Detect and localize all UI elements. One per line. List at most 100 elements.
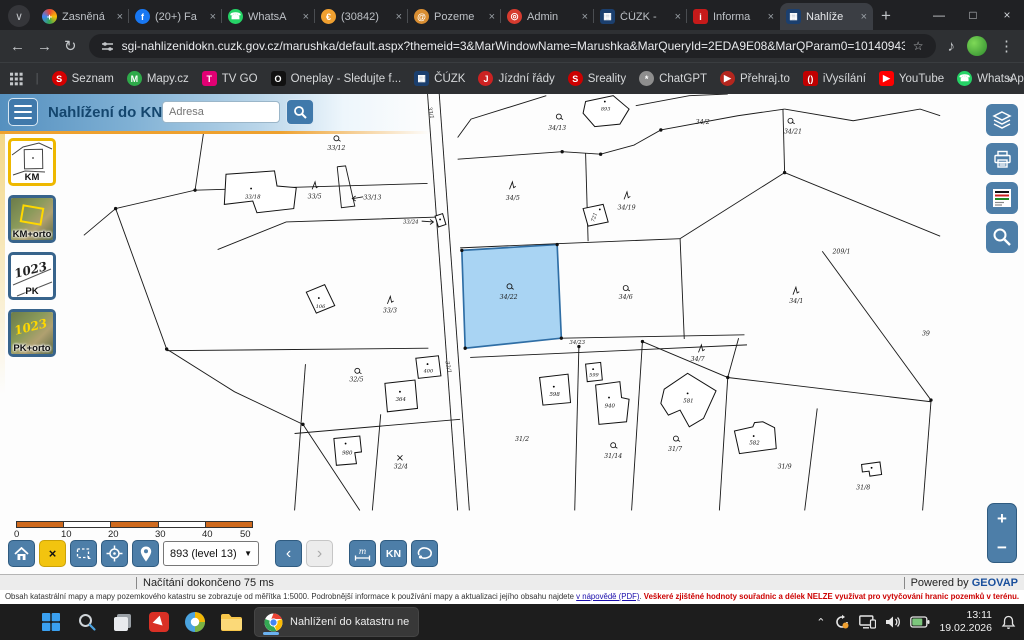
browser-tab-20-fa[interactable]: f(20+) Fa×: [129, 3, 222, 30]
browser-menu-icon[interactable]: ⋮: [999, 37, 1014, 55]
address-search-button[interactable]: [286, 99, 314, 125]
point-marker-button[interactable]: [132, 540, 159, 567]
bookmark-p-ehraj-to[interactable]: ▶Přehraj.to: [720, 71, 790, 86]
task-view-button[interactable]: [110, 609, 136, 635]
map-canvas[interactable]: 33/1810689372136440059859994058158298033…: [0, 94, 1024, 574]
paint-app-button[interactable]: [182, 609, 208, 635]
profile-avatar[interactable]: [967, 36, 987, 56]
bookmarks-bar: | SSeznamMMapy.czTTV GOOOneplay - Sleduj…: [0, 62, 1024, 94]
taskbar-search-button[interactable]: [74, 609, 100, 635]
battery-tray-icon[interactable]: [910, 616, 930, 628]
measure-button[interactable]: m: [349, 540, 376, 567]
legend-button[interactable]: [986, 182, 1018, 214]
devices-tray-icon[interactable]: [859, 615, 876, 629]
url-bar[interactable]: sgi-nahlizenidokn.cuzk.gov.cz/marushka/d…: [89, 34, 936, 58]
volume-tray-icon[interactable]: [885, 615, 901, 629]
scale-tick: 40: [202, 529, 213, 540]
bookmark-tv-go[interactable]: TTV GO: [202, 71, 258, 86]
home-button[interactable]: [8, 540, 35, 567]
zoom-window-button[interactable]: [986, 221, 1018, 253]
sync-tray-icon[interactable]: [834, 614, 850, 630]
close-window-button[interactable]: ×: [990, 8, 1024, 22]
lasso-select-button[interactable]: [411, 540, 438, 567]
level-select[interactable]: 893 (level 13) ▼: [163, 541, 259, 566]
layers-button[interactable]: [986, 104, 1018, 136]
browser-tab-whatsa[interactable]: ☎WhatsA×: [222, 3, 315, 30]
building-dot: [604, 101, 606, 103]
chrome-app-window-button[interactable]: Nahlížení do katastru ne: [254, 607, 419, 637]
maximize-button[interactable]: □: [956, 8, 990, 22]
start-button[interactable]: [38, 609, 64, 635]
layer-button-pk[interactable]: 1023PK: [8, 252, 56, 300]
tab-favicon: @: [414, 9, 429, 24]
bookmark-oneplay-sledujte-f[interactable]: OOneplay - Sledujte f...: [271, 71, 402, 86]
print-button[interactable]: [986, 143, 1018, 175]
tab-close-icon[interactable]: ×: [396, 11, 402, 23]
reload-icon[interactable]: ↻: [64, 37, 77, 55]
tab-close-icon[interactable]: ×: [489, 11, 495, 23]
history-forward-button[interactable]: ›: [306, 540, 333, 567]
forward-icon[interactable]: →: [37, 38, 52, 55]
zoom-out-button[interactable]: −: [988, 533, 1016, 562]
bookmark-j-zdn-dy[interactable]: JJízdní řády: [478, 71, 554, 86]
address-search-input[interactable]: [162, 101, 280, 123]
movies-app-button[interactable]: [146, 609, 172, 635]
bookmark-mapy-cz[interactable]: MMapy.cz: [127, 71, 189, 86]
file-explorer-button[interactable]: [218, 609, 244, 635]
tab-close-icon[interactable]: ×: [303, 11, 309, 23]
bookmarks-overflow-icon[interactable]: »: [1007, 71, 1014, 86]
select-rectangle-button[interactable]: [70, 540, 97, 567]
tab-close-icon[interactable]: ×: [768, 11, 774, 23]
tab-close-icon[interactable]: ×: [582, 11, 588, 23]
menu-button[interactable]: [8, 98, 38, 126]
tab-close-icon[interactable]: ×: [210, 11, 216, 23]
browser-tab-pozeme[interactable]: @Pozeme×: [408, 3, 501, 30]
bookmark-seznam[interactable]: SSeznam: [52, 71, 114, 86]
layer-button-km[interactable]: KM: [8, 138, 56, 186]
bookmark-star-icon[interactable]: ☆: [913, 39, 924, 53]
tray-chevron-icon[interactable]: ⌃: [816, 616, 825, 629]
layer-button-label: KM: [11, 172, 53, 183]
tab-close-icon[interactable]: ×: [861, 11, 867, 23]
building-number: 581: [683, 399, 693, 405]
browser-tab-admin[interactable]: ◎Admin×: [501, 3, 594, 30]
bookmark-youtube[interactable]: ▶YouTube: [879, 71, 944, 86]
layer-button-pk-orto[interactable]: 1023PK+orto: [8, 309, 56, 357]
locate-button[interactable]: [101, 540, 128, 567]
kn-info-button[interactable]: KN: [380, 540, 407, 567]
tab-title: (30842): [341, 11, 391, 23]
browser-tab-30842[interactable]: €(30842)×: [315, 3, 408, 30]
new-tab-button[interactable]: +: [881, 6, 891, 26]
building-dot: [427, 363, 429, 365]
bookmark-chatgpt[interactable]: *ChatGPT: [639, 71, 707, 86]
browser-tab-nahl-e[interactable]: ▦Nahlíže×: [780, 3, 873, 30]
bookmark-zk[interactable]: ▦ČÚZK: [414, 71, 465, 86]
minimize-button[interactable]: —: [922, 8, 956, 22]
bookmark-sreality[interactable]: SSreality: [568, 71, 626, 86]
geovap-brand[interactable]: GEOVAP: [972, 577, 1018, 589]
reading-list-icon[interactable]: ♪: [948, 38, 956, 55]
browser-tab-zasn-n[interactable]: +Zasněná×: [36, 3, 129, 30]
clear-selection-button[interactable]: ×: [39, 540, 66, 567]
parcel-number: 209/1: [831, 249, 850, 256]
help-pdf-link[interactable]: v nápovědě (PDF): [576, 592, 639, 601]
bookmark-label: Jízdní řády: [498, 73, 554, 85]
back-icon[interactable]: ←: [10, 38, 25, 55]
scale-tick: 0: [14, 529, 19, 540]
tab-search-chevron-icon[interactable]: ∨: [8, 5, 30, 27]
layer-button-km-orto[interactable]: KM+orto: [8, 195, 56, 243]
right-tool-column: [986, 104, 1018, 260]
bookmark-label: Přehraj.to: [740, 73, 790, 85]
browser-tab-zk[interactable]: ▦ČÚZK -×: [594, 3, 687, 30]
browser-tab-informa[interactable]: iInforma×: [687, 3, 780, 30]
boundary-node: [783, 171, 786, 174]
apps-grid-icon[interactable]: [10, 72, 23, 86]
tab-close-icon[interactable]: ×: [117, 11, 123, 23]
taskbar-clock[interactable]: 13:11 19.02.2026: [939, 609, 992, 635]
zoom-in-button[interactable]: +: [988, 504, 1016, 533]
history-back-button[interactable]: ‹: [275, 540, 302, 567]
notification-bell-icon[interactable]: [1001, 615, 1016, 630]
tab-close-icon[interactable]: ×: [675, 11, 681, 23]
parcel-number: 34/13: [548, 125, 566, 132]
bookmark-ivys-l-n[interactable]: ()iVysílání: [803, 71, 866, 86]
